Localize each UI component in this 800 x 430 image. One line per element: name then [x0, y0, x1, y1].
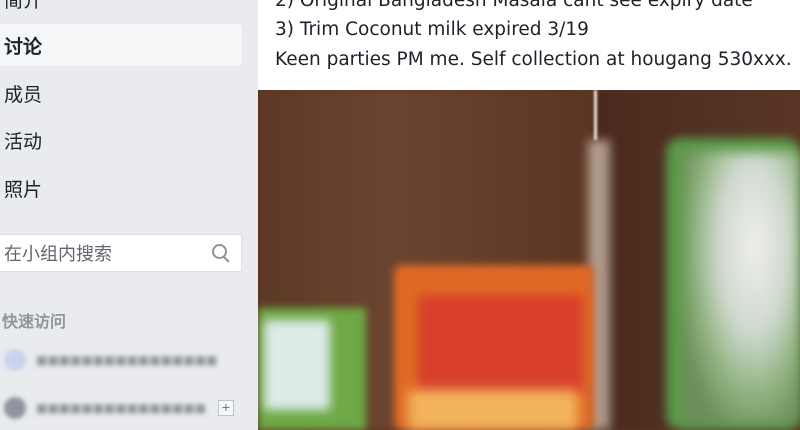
post-text-line: Keen parties PM me. Self collection at h…: [275, 49, 792, 70]
nav-discussion-label: 讨论: [4, 35, 43, 58]
photo-divider: [594, 90, 597, 140]
search-input[interactable]: 在小组内搜索: [4, 240, 207, 266]
nav-about-label: 简介: [4, 0, 43, 12]
nav-members[interactable]: 成员: [0, 72, 242, 114]
group-avatar: [4, 349, 26, 371]
nav-about[interactable]: 简介: [0, 0, 242, 20]
masala-box-label: [418, 295, 583, 395]
nav-members-label: 成员: [4, 83, 43, 106]
green-package-label: [264, 320, 330, 410]
post-photo[interactable]: [258, 90, 800, 430]
post-text-line: 3) Trim Coconut milk expired 3/19: [275, 19, 589, 40]
nav-discussion[interactable]: 讨论: [0, 24, 242, 66]
group-sidebar: 简介 讨论 成员 活动 照片 在小组内搜索 快速访问 ■■■■■■■■■■■■■…: [0, 0, 258, 430]
masala-box-bottom: [408, 390, 578, 430]
nav-photos[interactable]: 照片: [0, 167, 242, 209]
add-icon[interactable]: +: [218, 400, 234, 416]
group-search-box[interactable]: 在小组内搜索: [0, 234, 242, 272]
group-avatar: [4, 397, 26, 419]
nav-photos-label: 照片: [4, 178, 43, 201]
quick-access-item-label: ■■■■■■■■■■■■■■■: [36, 401, 207, 415]
quick-access-item[interactable]: ■■■■■■■■■■■■■■■ +: [0, 393, 240, 423]
coconut-milk-label: [684, 152, 800, 422]
quick-access-item[interactable]: ■■■■■■■■■■■■■■■■: [0, 345, 240, 375]
nav-events-label: 活动: [4, 130, 43, 153]
post-text-line: 2) Original Bangladesh Masala cant see e…: [275, 0, 753, 11]
nav-events[interactable]: 活动: [0, 119, 242, 161]
quick-access-item-label: ■■■■■■■■■■■■■■■■: [36, 353, 218, 367]
quick-access-title: 快速访问: [2, 312, 67, 331]
search-icon[interactable]: [207, 239, 235, 267]
